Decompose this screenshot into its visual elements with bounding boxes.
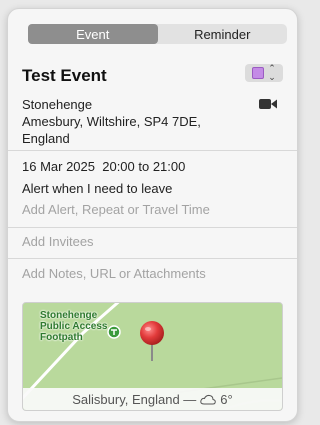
location-line: Stonehenge: [22, 97, 93, 112]
event-title[interactable]: Test Event: [22, 66, 107, 86]
add-alert-field[interactable]: Add Alert, Repeat or Travel Time: [22, 202, 210, 217]
calendar-color-swatch: [252, 67, 265, 79]
calendar-picker[interactable]: ⌃ ⌄: [245, 64, 283, 82]
event-alert[interactable]: Alert when I need to leave: [22, 181, 172, 196]
event-reminder-segmented-control: Event Reminder: [28, 24, 287, 44]
map-poi-label: Stonehenge Public Access Footpath: [40, 310, 107, 343]
poi-label-line: Public Access: [40, 321, 108, 332]
tab-event[interactable]: Event: [28, 24, 158, 44]
add-notes-field[interactable]: Add Notes, URL or Attachments: [22, 266, 206, 281]
cloud-icon: [200, 394, 217, 404]
map-weather-bar: Salisbury, England — 6°: [23, 388, 282, 410]
event-popover: Event Reminder Test Event ⌃ ⌄ Stonehenge …: [7, 8, 298, 422]
location-map[interactable]: Stonehenge Public Access Footpath Salisb…: [22, 302, 283, 411]
tab-reminder[interactable]: Reminder: [158, 24, 288, 44]
event-date: 16 Mar 2025: [22, 159, 95, 174]
map-pin-icon[interactable]: [137, 319, 167, 365]
poi-label-line: Footpath: [40, 332, 83, 343]
weather-location: Salisbury, England —: [72, 391, 197, 407]
event-date-time[interactable]: 16 Mar 2025 20:00 to 21:00: [22, 159, 185, 174]
divider: [8, 258, 297, 259]
divider: [8, 227, 297, 228]
weather-temperature: 6°: [220, 391, 233, 407]
footpath-poi-icon[interactable]: [107, 325, 121, 339]
divider: [8, 150, 297, 151]
event-location[interactable]: Stonehenge Amesbury, Wiltshire, SP4 7DE,…: [22, 96, 232, 147]
location-line: England: [22, 131, 70, 146]
event-time: 20:00 to 21:00: [102, 159, 186, 174]
chevron-up-down-icon: ⌃ ⌄: [268, 63, 276, 82]
poi-label-line: Stonehenge: [40, 310, 98, 321]
location-line: Amesbury, Wiltshire, SP4 7DE,: [22, 114, 201, 129]
video-camera-icon[interactable]: [259, 98, 277, 110]
add-invitees-field[interactable]: Add Invitees: [22, 234, 94, 249]
